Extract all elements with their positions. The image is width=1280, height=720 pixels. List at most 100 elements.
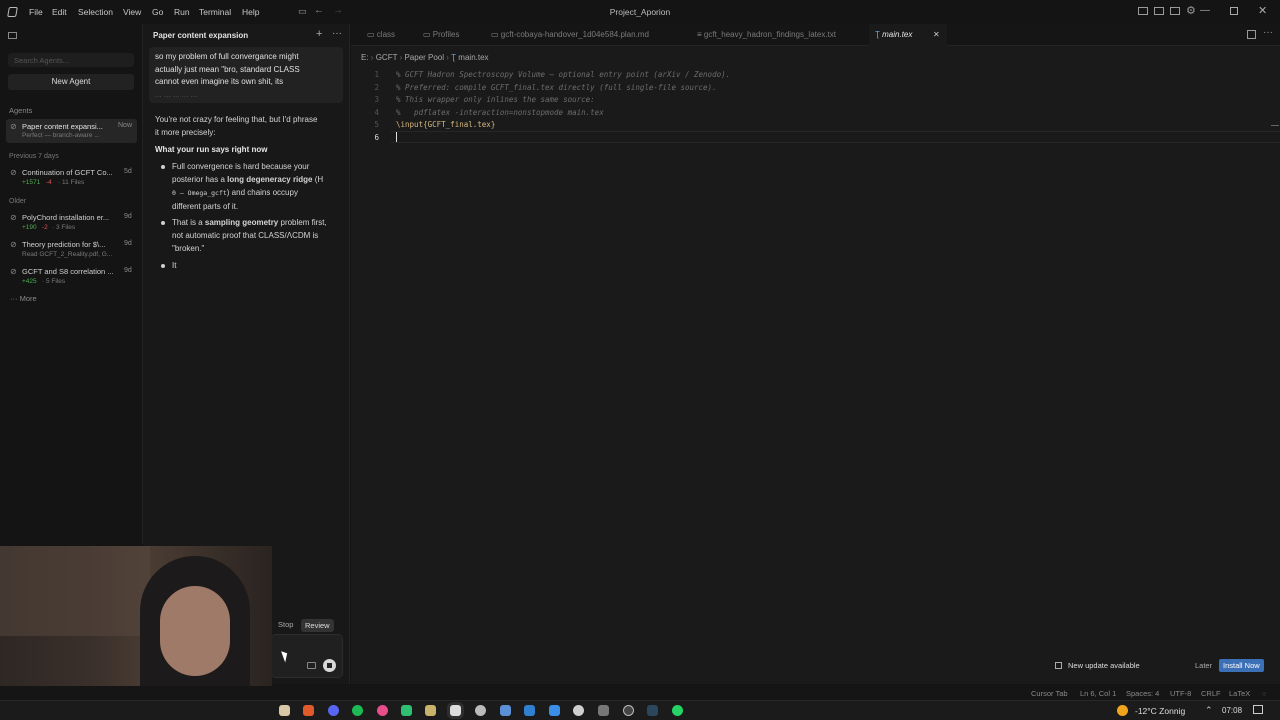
menu-selection[interactable]: Selection — [78, 7, 113, 17]
diff-added: +425 — [22, 278, 37, 285]
breadcrumb-item[interactable]: main.tex — [458, 53, 488, 62]
chevron-up-icon[interactable]: ⌃ — [1205, 705, 1213, 716]
agent-subtitle: Perfect — branch-aware ... — [22, 132, 100, 139]
search-agents-input[interactable]: Search Agents... — [8, 53, 134, 67]
menu-help[interactable]: Help — [242, 7, 259, 17]
forward-arrow-icon[interactable]: → — [333, 5, 343, 16]
more-label: More — [19, 294, 37, 303]
brave-browser-icon[interactable] — [303, 705, 314, 716]
vscode-icon[interactable] — [524, 705, 535, 716]
code-area[interactable]: 1 2 3 4 5 6 % GCFT Hadron Spectroscopy V… — [351, 68, 1280, 668]
sidebar-toggle-icon[interactable] — [8, 32, 17, 39]
discord-icon[interactable] — [328, 705, 339, 716]
maximize-icon[interactable] — [1230, 7, 1238, 15]
line-number: 6 — [374, 132, 379, 142]
older-heading: Older — [9, 198, 27, 205]
status-line-col[interactable]: Ln 6, Col 1 — [1080, 689, 1116, 698]
editor-area: ▭ class ▭ Profiles ▭ gcft-cobaya-handove… — [351, 24, 1280, 684]
spotify-icon[interactable] — [352, 705, 363, 716]
tab-plan-md[interactable]: ▭ gcft-cobaya-handover_1d04e584.plan.md — [485, 24, 655, 46]
reply-intro-line: You're not crazy for feeling that, but I… — [155, 115, 318, 124]
chat-more-icon[interactable]: ··· — [332, 28, 342, 39]
more-link[interactable]: ··· More — [10, 294, 37, 303]
back-arrow-icon[interactable]: ← — [314, 5, 324, 16]
tex-icon: Ʈ — [451, 53, 457, 62]
agent-item[interactable]: ⊘ Continuation of GCFT Co... +1571 -4 · … — [6, 165, 137, 189]
obs-icon[interactable] — [623, 705, 634, 716]
app-blue-icon[interactable] — [500, 705, 511, 716]
agent-status-icon: ⊘ — [10, 122, 17, 131]
app-green-icon[interactable] — [401, 705, 412, 716]
notes-icon[interactable] — [425, 705, 436, 716]
agents-heading: Agents — [9, 106, 33, 115]
breadcrumb-item[interactable]: E: — [361, 53, 369, 62]
notification-center-icon[interactable] — [1253, 705, 1263, 714]
image-attach-icon[interactable] — [307, 662, 316, 669]
minimize-icon[interactable]: — — [1200, 5, 1210, 16]
breadcrumb-item[interactable]: GCFT — [376, 53, 398, 62]
weather-text[interactable]: -12°C Zonnig — [1135, 706, 1185, 716]
close-window-icon[interactable]: ✕ — [1258, 4, 1267, 17]
bullet-dot — [161, 264, 165, 268]
status-eol[interactable]: CRLF — [1201, 689, 1221, 698]
tab-class[interactable]: ▭ class — [361, 24, 401, 46]
menu-view[interactable]: View — [123, 7, 141, 17]
diff-removed: -4 — [46, 179, 52, 186]
agent-status-icon: ⊘ — [10, 213, 17, 222]
clock-text[interactable]: 07:08 — [1222, 706, 1242, 715]
new-agent-button[interactable]: New Agent — [8, 74, 134, 90]
app-circle-icon[interactable] — [573, 705, 584, 716]
agent-item[interactable]: ⊘ PolyChord installation er... +190 -2 ·… — [6, 210, 137, 234]
toggle-aux-icon[interactable] — [1170, 7, 1180, 15]
app-drop-icon[interactable] — [549, 705, 560, 716]
status-language[interactable]: LaTeX — [1229, 689, 1250, 698]
menu-go[interactable]: Go — [152, 7, 163, 17]
emphasis: long degeneracy ridge — [227, 175, 313, 184]
toggle-panel-icon[interactable] — [1154, 7, 1164, 15]
chatgpt-icon[interactable] — [475, 705, 486, 716]
status-cursor-tab[interactable]: Cursor Tab — [1031, 689, 1068, 698]
tab-main-tex[interactable]: Ʈ main.tex ✕ — [869, 24, 947, 46]
stop-generation-icon[interactable] — [323, 659, 336, 672]
menu-terminal[interactable]: Terminal — [199, 7, 231, 17]
chat-bubble-icon[interactable]: ▭ — [298, 6, 307, 17]
review-button[interactable]: Review — [301, 619, 334, 632]
file-explorer-icon[interactable] — [279, 705, 290, 716]
editor-more-icon[interactable]: ··· — [1263, 27, 1273, 38]
tab-findings-txt[interactable]: ≡ gcft_heavy_hadron_findings_latex.txt — [691, 24, 842, 46]
menu-edit[interactable]: Edit — [52, 7, 67, 17]
minimap-marker — [1271, 125, 1279, 126]
close-tab-icon[interactable]: ✕ — [933, 24, 940, 46]
bullet-dot — [161, 221, 165, 225]
install-now-button[interactable]: Install Now — [1219, 659, 1264, 672]
agent-item-current[interactable]: ⊘ Paper content expansi... Perfect — bra… — [6, 119, 137, 143]
stop-square — [327, 663, 332, 668]
webcam-face — [160, 586, 230, 676]
new-chat-plus-icon[interactable]: + — [316, 28, 322, 40]
status-encoding[interactable]: UTF-8 — [1170, 689, 1191, 698]
app-pink-icon[interactable] — [377, 705, 388, 716]
tab-profiles[interactable]: ▭ Profiles — [417, 24, 465, 46]
emphasis: sampling geometry — [204, 218, 279, 227]
bullet-1-line: different parts of it. — [172, 202, 239, 211]
toggle-sidebar-icon[interactable] — [1138, 7, 1148, 15]
whatsapp-icon[interactable] — [672, 705, 683, 716]
split-editor-icon[interactable] — [1247, 30, 1256, 39]
agents-sidebar: Search Agents... New Agent Agents ⊘ Pape… — [0, 24, 143, 544]
stop-button[interactable]: Stop — [275, 619, 296, 630]
steam-icon[interactable] — [647, 705, 658, 716]
breadcrumb-item[interactable]: Paper Pool — [404, 53, 444, 62]
settings-gear-icon[interactable]: ⚙ — [1186, 4, 1196, 17]
status-spaces[interactable]: Spaces: 4 — [1126, 689, 1159, 698]
text: That is a — [172, 218, 205, 227]
agent-item[interactable]: ⊘ Theory prediction for $\... Read GCFT_… — [6, 237, 137, 261]
agent-item[interactable]: ⊘ GCFT and S8 correlation ... +425 · 5 F… — [6, 264, 137, 288]
app-wave-icon[interactable] — [598, 705, 609, 716]
menu-file[interactable]: File — [29, 7, 43, 17]
notifications-bell-icon[interactable]: ◌ — [1262, 689, 1266, 698]
cursor-app-icon[interactable] — [450, 705, 461, 716]
later-button[interactable]: Later — [1195, 661, 1212, 670]
bullet-3: It — [172, 261, 177, 270]
agent-subtitle: Read GCFT_2_Reality.pdf, G... — [22, 251, 113, 258]
menu-run[interactable]: Run — [174, 7, 190, 17]
